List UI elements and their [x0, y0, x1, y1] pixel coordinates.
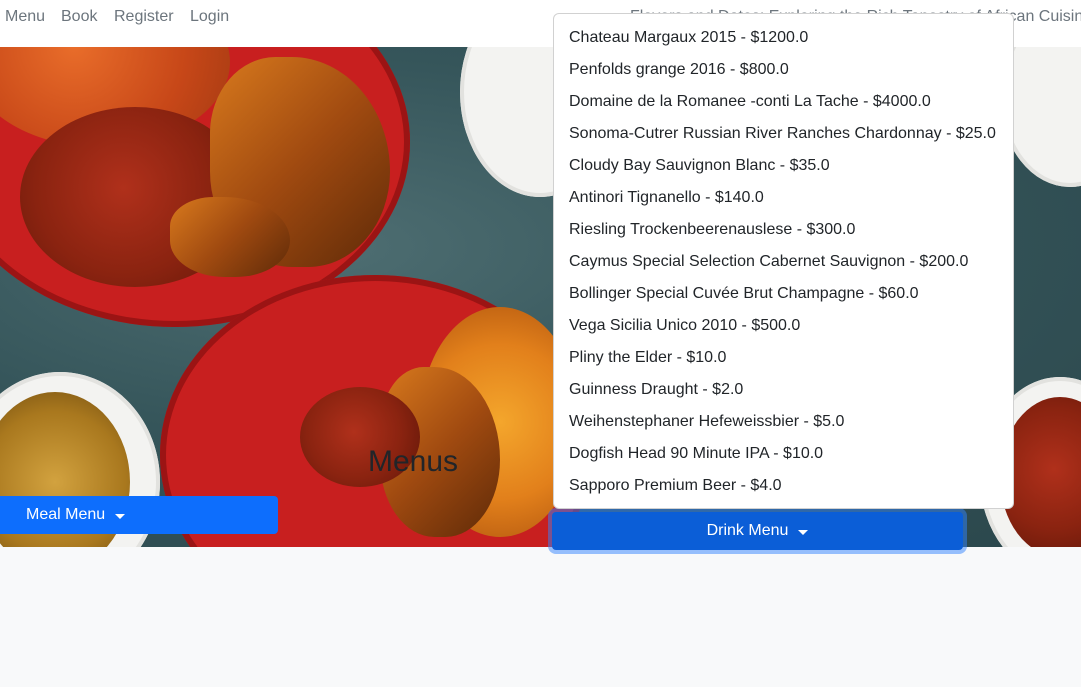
drink-item[interactable]: Riesling Trockenbeerenauslese - $300.0	[554, 214, 1013, 246]
meal-menu-button[interactable]: Meal Menu	[0, 496, 278, 534]
drink-item[interactable]: Domaine de la Romanee -conti La Tache - …	[554, 86, 1013, 118]
drink-item[interactable]: Bollinger Special Cuvée Brut Champagne -…	[554, 278, 1013, 310]
nav-link-register[interactable]: Register	[114, 8, 174, 26]
nav-link-book[interactable]: Book	[61, 8, 97, 26]
drink-menu-label: Drink Menu	[706, 522, 789, 539]
drink-item[interactable]: Antinori Tignanello - $140.0	[554, 182, 1013, 214]
drink-item[interactable]: Sonoma-Cutrer Russian River Ranches Char…	[554, 118, 1013, 150]
drink-menu-dropdown: Chateau Margaux 2015 - $1200.0 Penfolds …	[553, 13, 1014, 509]
drink-item[interactable]: Penfolds grange 2016 - $800.0	[554, 54, 1013, 86]
drink-item[interactable]: Guinness Draught - $2.0	[554, 374, 1013, 406]
drink-menu-button[interactable]: Drink Menu	[552, 512, 963, 550]
nav-link-menu[interactable]: Menu	[5, 8, 45, 26]
caret-down-icon	[798, 529, 809, 535]
drink-item[interactable]: Dogfish Head 90 Minute IPA - $10.0	[554, 438, 1013, 470]
drink-item[interactable]: Cloudy Bay Sauvignon Blanc - $35.0	[554, 150, 1013, 182]
nav-link-login[interactable]: Login	[190, 8, 229, 26]
drink-item[interactable]: Chateau Margaux 2015 - $1200.0	[554, 22, 1013, 54]
meal-menu-label: Meal Menu	[26, 506, 106, 523]
drink-item[interactable]: Pliny the Elder - $10.0	[554, 342, 1013, 374]
drink-item[interactable]: Weihenstephaner Hefeweissbier - $5.0	[554, 406, 1013, 438]
drink-item[interactable]: Caymus Special Selection Cabernet Sauvig…	[554, 246, 1013, 278]
drink-item[interactable]: Sapporo Premium Beer - $4.0	[554, 470, 1013, 502]
menus-heading: Menus	[368, 445, 459, 479]
drink-item[interactable]: Vega Sicilia Unico 2010 - $500.0	[554, 310, 1013, 342]
caret-down-icon	[115, 513, 126, 519]
